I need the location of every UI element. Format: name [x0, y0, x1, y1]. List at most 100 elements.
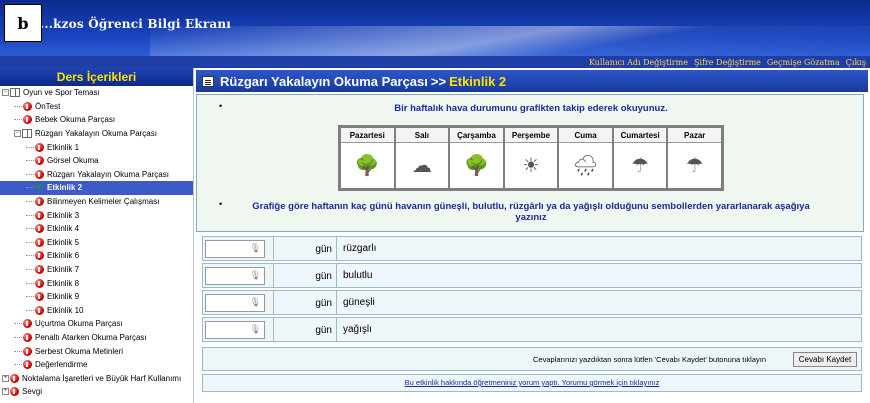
tree-item[interactable]: Etkinlik 7: [0, 263, 193, 277]
expand-toggle-icon[interactable]: +: [2, 388, 9, 396]
tree-item[interactable]: − Oyun ve Spor Teması: [0, 86, 193, 100]
rain-umbrella-icon: ☂: [685, 155, 704, 177]
tree-item-label: Etkinlik 8: [47, 278, 80, 288]
incomplete-status-icon: [35, 251, 44, 261]
tree-item[interactable]: Etkinlik 4: [0, 222, 193, 236]
incomplete-status-icon: [35, 142, 44, 152]
answer-row: 🎙 gün güneşli: [202, 290, 862, 315]
unit-label: gün: [307, 318, 337, 341]
tree-item[interactable]: Serbest Okuma Metinleri: [0, 344, 193, 358]
incomplete-status-icon: [23, 101, 32, 111]
tree-connector: [14, 119, 22, 121]
answer-input[interactable]: 🎙: [205, 320, 265, 339]
tree-item[interactable]: ÖnTest: [0, 100, 193, 114]
incomplete-status-icon: [23, 332, 32, 342]
microphone-icon[interactable]: 🎙: [250, 297, 261, 308]
incomplete-status-icon: [23, 360, 32, 370]
submit-note: Cevaplarınızı yazdıktan sonra lütfen 'Ce…: [533, 355, 767, 364]
tree-item-label: Oyun ve Spor Teması: [23, 88, 100, 98]
day-name: Cumartesi: [613, 128, 667, 143]
incomplete-status-icon: [10, 373, 19, 383]
tree-item[interactable]: Değerlendirme: [0, 358, 193, 372]
tree-item-label: Penaltı Atarken Okuma Parçası: [35, 332, 147, 342]
sidebar: Ders İçerikleri − Oyun ve Spor Teması ÖnTe…: [0, 68, 194, 403]
incomplete-status-icon: [35, 197, 44, 207]
answer-row: 🎙 gün bulutlu: [202, 263, 862, 288]
tree-item[interactable]: Etkinlik 10: [0, 304, 193, 318]
tree-item-label: Etkinlik 2: [47, 183, 83, 193]
incomplete-status-icon: [35, 292, 44, 302]
book-icon: [10, 88, 20, 98]
weather-type-label: rüzgarlı: [343, 243, 377, 254]
tree-item-label: Bebek Okuma Parçası: [35, 115, 116, 125]
weather-type-label: güneşli: [343, 297, 375, 308]
day-name: Pazartesi: [341, 128, 394, 143]
tree-item-label: Serbest Okuma Metinleri: [35, 346, 124, 356]
tree-connector: [26, 241, 34, 243]
tree-item-label: Etkinlik 5: [47, 237, 80, 247]
tree-item-label: Rüzgarı Yakalayın Okuma Parçası: [47, 169, 169, 179]
answer-input[interactable]: 🎙: [205, 293, 265, 312]
tree-item-label: Etkinlik 4: [47, 224, 80, 234]
lesson-title: Rüzgarı Yakalayın Okuma Parçası: [220, 73, 428, 89]
tree-connector: [26, 201, 34, 203]
breadcrumb-separator: >>: [430, 73, 447, 89]
weather-day-cell: Çarşamba 🌳: [450, 128, 503, 188]
save-answer-button[interactable]: Cevabı Kaydet: [793, 352, 857, 367]
tree-connector: [26, 255, 34, 257]
sidebar-title: Ders İçerikleri: [0, 68, 193, 86]
logout-link[interactable]: Çıkış: [846, 58, 866, 67]
tree-item[interactable]: + Sevgi: [0, 385, 193, 399]
tree-item[interactable]: Etkinlik 3: [0, 208, 193, 222]
tree-connector: [14, 323, 22, 325]
weather-day-cell: Pazar ☂: [668, 128, 721, 188]
content-header: Rüzgarı Yakalayın Okuma Parçası >> Etkin…: [196, 70, 868, 92]
microphone-icon[interactable]: 🎙: [250, 243, 261, 254]
rain-umbrella-icon: ☂: [631, 155, 650, 177]
incomplete-status-icon: [35, 305, 44, 315]
tree-item[interactable]: Bilinmeyen Kelimeler Çalışması: [0, 195, 193, 209]
day-name: Perşembe: [504, 128, 558, 143]
unit-label: gün: [307, 264, 337, 287]
answer-input[interactable]: 🎙: [205, 266, 265, 285]
tree-item[interactable]: Etkinlik 5: [0, 236, 193, 250]
expand-toggle-icon[interactable]: −: [14, 130, 21, 138]
tree-connector: [14, 350, 22, 352]
unit-label: gün: [307, 237, 337, 260]
windy-tree-icon: 🌳: [463, 155, 489, 177]
tree-item[interactable]: Bebek Okuma Parçası: [0, 113, 193, 127]
weather-chart: Pazartesi 🌳 Salı ☁ Çarşamba 🌳 Perşembe ☀ Cuma 🌧 Cu…: [338, 125, 724, 191]
tree-connector: [26, 146, 34, 148]
tree-item[interactable]: Rüzgarı Yakalayın Okuma Parçası: [0, 168, 193, 182]
tree-item-label: Sevgi: [22, 387, 43, 397]
tree-item[interactable]: Etkinlik 6: [0, 249, 193, 263]
tree-item[interactable]: Etkinlik 8: [0, 276, 193, 290]
tree-item[interactable]: − Rüzgarı Yakalayın Okuma Parçası: [0, 127, 193, 141]
tree-item[interactable]: ✔ Etkinlik 2: [0, 181, 193, 195]
rain-icon: 🌧: [572, 155, 599, 177]
teacher-comment-link[interactable]: Bu etkinlik hakkında öğretmeniniz yorum …: [405, 378, 660, 387]
weather-type-label: yağışlı: [343, 324, 372, 335]
tree-item-label: ÖnTest: [35, 101, 61, 111]
expand-toggle-icon[interactable]: +: [2, 374, 9, 382]
expand-toggle-icon[interactable]: −: [2, 89, 9, 97]
tree-connector: [26, 296, 34, 298]
tree-item[interactable]: Etkinlik 1: [0, 140, 193, 154]
tree-item[interactable]: + Noktalama İşaretleri ve Büyük Harf Kull…: [0, 371, 193, 385]
change-username-link[interactable]: Kullanıcı Adı Değiştirme: [589, 58, 688, 67]
tree-item[interactable]: Etkinlik 9: [0, 290, 193, 304]
tree-connector: [26, 160, 34, 162]
tree-item-label: Etkinlik 3: [47, 210, 80, 220]
tree-item[interactable]: Görsel Okuma: [0, 154, 193, 168]
tree-item[interactable]: Penaltı Atarken Okuma Parçası: [0, 331, 193, 345]
tree-connector: [26, 187, 34, 189]
tree-item[interactable]: Uçurtma Okuma Parçası: [0, 317, 193, 331]
incomplete-status-icon: [35, 265, 44, 275]
tree-connector: [26, 173, 34, 175]
answer-input[interactable]: 🎙: [205, 239, 265, 258]
browse-history-link[interactable]: Geçmişe Gözatma: [767, 58, 840, 67]
microphone-icon[interactable]: 🎙: [250, 270, 261, 281]
microphone-icon[interactable]: 🎙: [250, 324, 261, 335]
row-divider: [273, 264, 307, 287]
change-password-link[interactable]: Şifre Değiştirme: [694, 58, 761, 67]
